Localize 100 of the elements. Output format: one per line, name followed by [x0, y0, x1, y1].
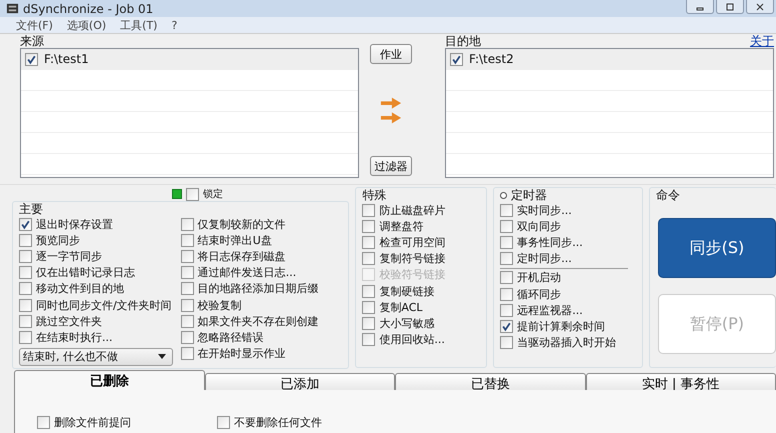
arrows-icon: [380, 96, 402, 124]
sync-button[interactable]: 同步(S): [658, 218, 776, 278]
group-title: 定时器: [511, 189, 548, 202]
lock-checkbox[interactable]: [186, 188, 199, 200]
option-label: 防止磁盘碎片: [379, 202, 446, 218]
checkbox[interactable]: [25, 52, 38, 66]
menu-item[interactable]: ?: [171, 18, 178, 32]
option-label: 将日志保存到磁盘: [198, 248, 286, 264]
checkbox[interactable]: [19, 330, 32, 344]
checkbox[interactable]: [500, 204, 514, 217]
checkbox[interactable]: [180, 218, 194, 231]
close-icon: [755, 2, 765, 12]
option-label: 开机启动: [517, 270, 562, 286]
about-link[interactable]: 关于: [750, 35, 774, 48]
source-label: 来源: [19, 35, 45, 48]
option-label: 双向同步: [517, 218, 562, 234]
group-title: 特殊: [362, 189, 386, 202]
option-label: 复制硬链接: [379, 284, 434, 299]
checkbox[interactable]: [500, 252, 514, 266]
checkbox[interactable]: [180, 282, 194, 296]
menu-item[interactable]: 文件(F): [16, 18, 53, 32]
option-label: 结束时弹出U盘: [198, 232, 272, 248]
option-label: 不要删除任何文件: [234, 415, 322, 430]
option-label: 预览同步: [36, 232, 80, 248]
option-label: 使用回收站...: [379, 332, 445, 348]
checkbox[interactable]: [362, 252, 376, 266]
checkbox[interactable]: [362, 284, 376, 298]
filter-button[interactable]: 过滤器: [370, 156, 412, 176]
option-label: 删除文件前提问: [54, 415, 131, 430]
checkbox[interactable]: [500, 336, 514, 350]
checkbox[interactable]: [217, 416, 230, 430]
option-label: 定时同步...: [517, 251, 572, 266]
option-label: 大小写敏感: [379, 316, 434, 331]
app-icon: [6, 2, 19, 15]
option-label: 通过邮件发送日志...: [198, 265, 296, 280]
tab[interactable]: 已删除: [14, 370, 204, 390]
checkbox[interactable]: [180, 250, 194, 263]
checkbox[interactable]: [180, 314, 194, 328]
option-label: 移动文件到目的地: [36, 281, 124, 296]
checkbox[interactable]: [19, 314, 32, 328]
maximize-icon: [725, 2, 735, 12]
caret-icon: [158, 354, 166, 359]
checkbox[interactable]: [500, 304, 514, 317]
checkbox[interactable]: [180, 347, 194, 360]
checkbox[interactable]: [362, 236, 376, 249]
group-title: 命令: [656, 189, 681, 202]
checkbox[interactable]: [19, 282, 32, 296]
checkbox[interactable]: [362, 333, 376, 346]
destination-label: 目的地: [444, 35, 481, 48]
checkbox[interactable]: [500, 236, 514, 249]
option-label: 当驱动器插入时开始: [517, 335, 616, 350]
option-label: 同时也同步文件/文件夹时间: [36, 298, 172, 313]
option-label: 循环同步: [517, 286, 562, 302]
menu-item[interactable]: 选项(O): [66, 18, 106, 32]
checkbox[interactable]: [180, 234, 194, 247]
checkbox[interactable]: [19, 250, 32, 263]
option-label: 如果文件夹不存在则创建: [198, 314, 319, 329]
checkbox[interactable]: [180, 330, 194, 344]
checkbox[interactable]: [180, 298, 194, 312]
checkbox[interactable]: [19, 218, 32, 231]
minimize-button[interactable]: [686, 0, 714, 14]
checkbox[interactable]: [19, 298, 32, 312]
option-label: 调整盘符: [379, 218, 424, 234]
checkbox[interactable]: [180, 266, 194, 280]
checkbox[interactable]: [362, 204, 376, 217]
option-label: 忽略路径错误: [198, 330, 264, 345]
timer-indicator-icon: [500, 192, 508, 199]
folder-path[interactable]: F:\test2: [469, 52, 514, 66]
option-label: 退出时保存设置: [36, 216, 113, 232]
option-label: 在开始时显示作业: [198, 346, 286, 362]
checkbox[interactable]: [500, 320, 514, 333]
option-label: 目的地路径添加日期后缀: [198, 281, 319, 296]
option-label: 远程监视器...: [517, 302, 583, 318]
dropdown[interactable]: 结束时, 什么也不做: [19, 348, 173, 366]
group-title: 主要: [19, 203, 43, 216]
option-label: 仅在出错时记录日志: [36, 265, 135, 280]
option-label: 检查可用空间: [379, 234, 446, 250]
folder-path[interactable]: F:\test1: [44, 52, 89, 66]
menu-item[interactable]: 工具(T): [120, 18, 158, 32]
job-button[interactable]: 作业: [370, 44, 412, 64]
checkbox[interactable]: [500, 271, 514, 284]
checkbox[interactable]: [362, 316, 376, 330]
tab[interactable]: 已添加: [204, 373, 395, 390]
checkbox[interactable]: [362, 220, 376, 233]
maximize-button[interactable]: [716, 0, 744, 14]
checkbox[interactable]: [450, 52, 463, 66]
checkbox[interactable]: [500, 220, 514, 233]
option-label: 复制符号链接: [379, 251, 446, 266]
option-label: 校验复制: [198, 298, 242, 313]
checkbox[interactable]: [500, 288, 514, 301]
checkbox[interactable]: [19, 234, 32, 247]
option-label: 复制ACL: [379, 300, 423, 315]
option-label: 跳过空文件夹: [36, 314, 102, 329]
close-button[interactable]: [746, 0, 774, 14]
checkbox[interactable]: [19, 266, 32, 280]
option-label: 校验符号链接: [379, 267, 446, 282]
tab[interactable]: 已替换: [395, 373, 586, 390]
checkbox[interactable]: [362, 300, 376, 314]
lock-label: 锁定: [203, 188, 223, 201]
checkbox[interactable]: [37, 416, 50, 430]
